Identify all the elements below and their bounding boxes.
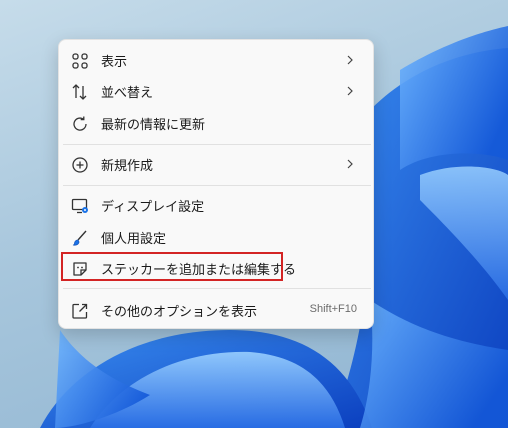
menu-item-view[interactable]: 表示 <box>63 46 369 74</box>
menu-item-label: 最新の情報に更新 <box>101 118 206 133</box>
shortcut-hint: Shift+F10 <box>309 303 357 315</box>
view-grid-icon <box>72 53 88 69</box>
chevron-right-icon <box>347 86 353 96</box>
refresh-icon <box>73 116 87 131</box>
menu-item-label: その他のオプションを表示 <box>101 305 258 320</box>
sort-icon <box>72 84 87 100</box>
display-settings-icon <box>71 198 88 214</box>
menu-item-add-edit-stickers[interactable]: ステッカーを追加または編集する <box>63 254 369 282</box>
desktop[interactable]: 表示 並べ替え 最新の情報に更新 新規作成 ディスプレイ設定 個人用設定 ステッ… <box>0 0 508 428</box>
personalize-brush-icon <box>72 230 87 246</box>
menu-item-label: ステッカーを追加または編集する <box>101 263 297 278</box>
menu-item-label: 並べ替え <box>101 86 154 101</box>
menu-item-new[interactable]: 新規作成 <box>63 150 369 178</box>
desktop-context-menu: 表示 並べ替え 最新の情報に更新 新規作成 ディスプレイ設定 個人用設定 ステッ… <box>58 39 374 329</box>
menu-separator <box>63 185 371 186</box>
menu-separator <box>63 288 371 289</box>
menu-item-label: 新規作成 <box>101 159 154 174</box>
menu-item-personalize[interactable]: 個人用設定 <box>63 223 369 251</box>
menu-item-refresh[interactable]: 最新の情報に更新 <box>63 109 369 137</box>
chevron-right-icon <box>347 55 353 65</box>
menu-separator <box>63 144 371 145</box>
menu-item-sort[interactable]: 並べ替え <box>63 77 369 105</box>
more-options-icon <box>72 303 88 319</box>
new-plus-icon <box>72 157 88 173</box>
chevron-right-icon <box>347 159 353 169</box>
menu-item-label: ディスプレイ設定 <box>101 200 205 215</box>
menu-item-display-settings[interactable]: ディスプレイ設定 <box>63 191 369 219</box>
menu-item-label: 個人用設定 <box>101 232 167 247</box>
menu-item-label: 表示 <box>101 55 128 70</box>
sticker-icon <box>73 262 87 276</box>
menu-item-show-more-options[interactable]: その他のオプションを表示 Shift+F10 <box>63 296 369 324</box>
